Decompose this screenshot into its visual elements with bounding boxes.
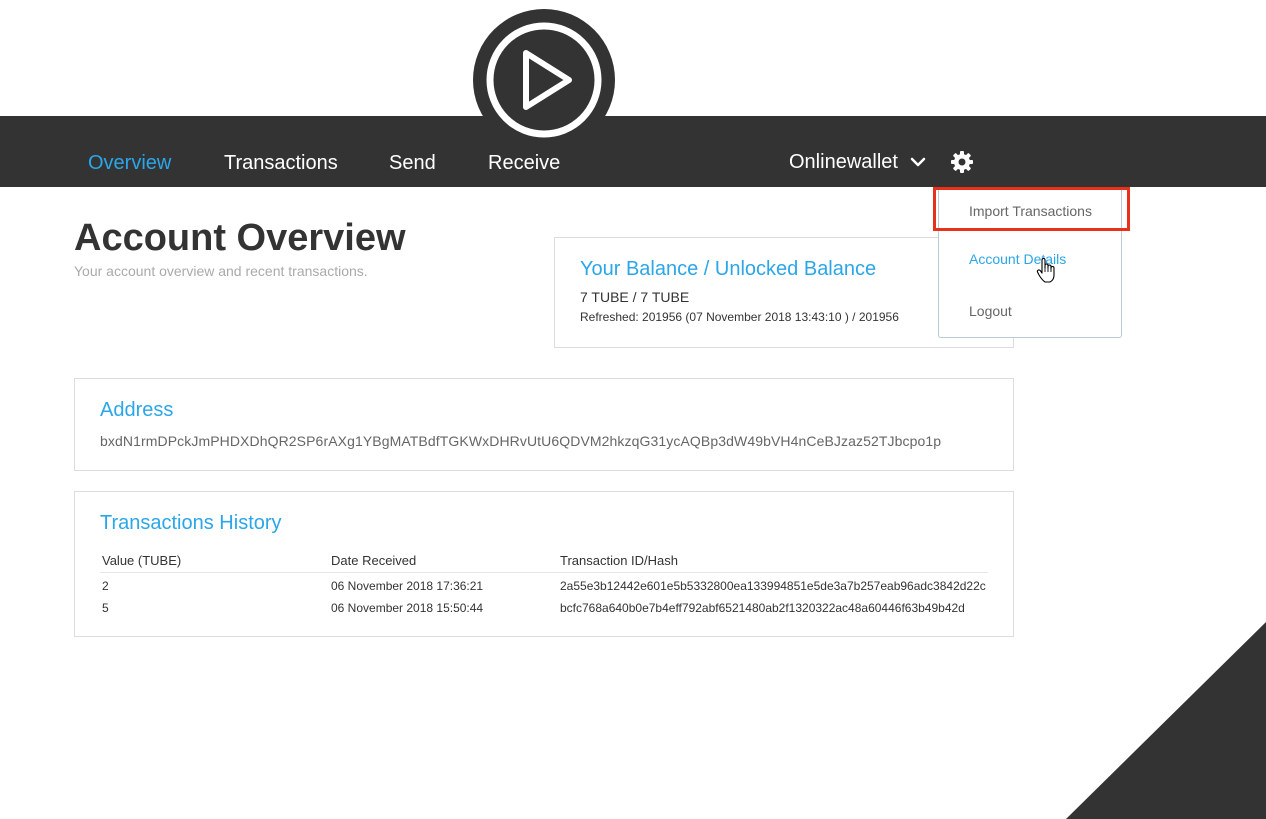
nav-receive[interactable]: Receive xyxy=(488,150,560,176)
tx-value: 2 xyxy=(102,578,109,593)
gear-icon[interactable] xyxy=(949,149,975,175)
top-navbar xyxy=(0,116,1266,187)
tx-date: 06 November 2018 15:50:44 xyxy=(331,600,484,615)
balance-value: 7 TUBE / 7 TUBE xyxy=(580,289,690,305)
tx-hash: 2a55e3b12442e601e5b5332800ea133994851e5d… xyxy=(560,578,986,593)
address-value: bxdN1rmDPckJmPHDXDhQR2SP6rAXg1YBgMATBdfT… xyxy=(100,433,942,449)
table-row: 5 06 November 2018 15:50:44 bcfc768a640b… xyxy=(100,595,988,617)
decorative-corner-triangle xyxy=(1066,622,1266,819)
nav-send[interactable]: Send xyxy=(389,150,436,176)
address-card: Address bxdN1rmDPckJmPHDXDhQR2SP6rAXg1YB… xyxy=(74,378,1014,471)
page-title: Account Overview xyxy=(74,217,406,259)
column-header-value: Value (TUBE) xyxy=(100,550,329,573)
tx-date: 06 November 2018 17:36:21 xyxy=(331,578,484,593)
nav-transactions[interactable]: Transactions xyxy=(224,150,338,176)
column-header-hash: Transaction ID/Hash xyxy=(558,550,988,573)
transactions-table: Value (TUBE) Date Received Transaction I… xyxy=(100,550,988,617)
hand-cursor-icon xyxy=(1036,258,1055,283)
chevron-down-icon[interactable] xyxy=(908,153,928,171)
tx-value: 5 xyxy=(102,600,109,615)
menu-item-logout[interactable]: Logout xyxy=(969,302,1012,320)
balance-refreshed: Refreshed: 201956 (07 November 2018 13:4… xyxy=(580,310,899,324)
table-row: 2 06 November 2018 17:36:21 2a55e3b12442… xyxy=(100,573,988,596)
table-header-row: Value (TUBE) Date Received Transaction I… xyxy=(100,550,988,573)
column-header-date: Date Received xyxy=(329,550,558,573)
history-title: Transactions History xyxy=(100,512,282,534)
page-subtitle: Your account overview and recent transac… xyxy=(74,263,368,279)
balance-title: Your Balance / Unlocked Balance xyxy=(580,258,877,280)
transactions-history-card: Transactions History Value (TUBE) Date R… xyxy=(74,491,1014,637)
nav-overview[interactable]: Overview xyxy=(88,150,171,176)
play-logo-icon[interactable] xyxy=(473,9,615,151)
address-title: Address xyxy=(100,399,174,421)
wallet-selector[interactable]: Onlinewallet xyxy=(789,149,898,175)
highlight-box xyxy=(933,187,1130,231)
tx-hash: bcfc768a640b0e7b4eff792abf6521480ab2f132… xyxy=(560,600,965,615)
